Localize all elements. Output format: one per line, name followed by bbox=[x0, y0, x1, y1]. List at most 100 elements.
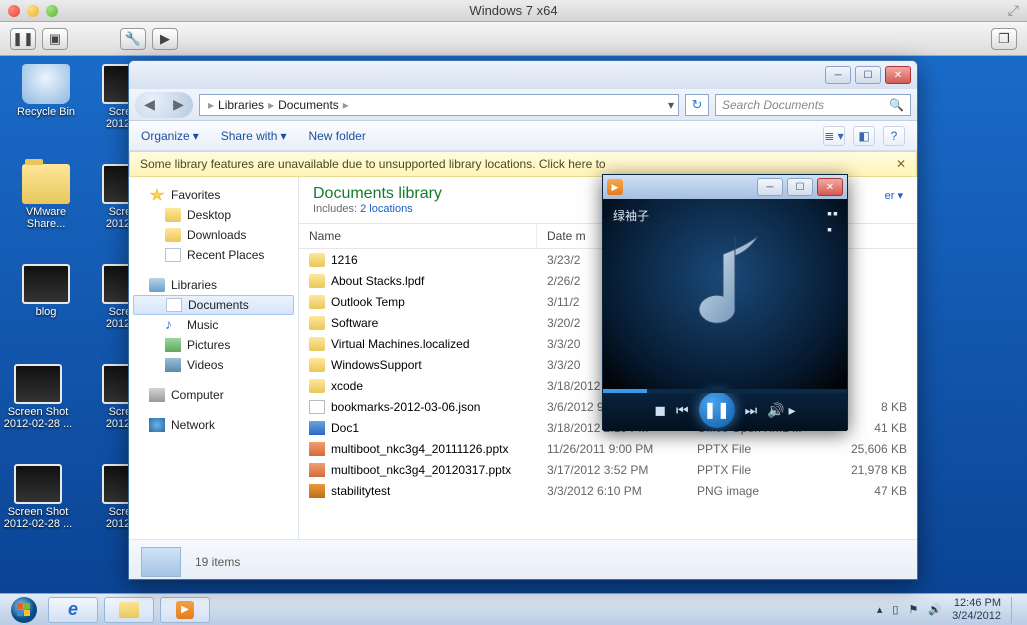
arrange-by-menu[interactable]: er ▾ bbox=[885, 189, 903, 202]
wmp-pause-button[interactable]: ❚❚ bbox=[699, 392, 735, 428]
recent-icon bbox=[165, 248, 181, 262]
col-size[interactable] bbox=[837, 224, 917, 248]
notice-close-icon[interactable]: ✕ bbox=[896, 157, 906, 171]
desktop-icon[interactable]: Recycle Bin bbox=[8, 64, 84, 118]
breadcrumb-documents[interactable]: Documents bbox=[278, 98, 339, 112]
favorites-group[interactable]: Favorites bbox=[129, 185, 298, 205]
wmp-next-button[interactable]: ⏭ bbox=[745, 402, 758, 419]
host-windows-button[interactable]: ❐ bbox=[991, 28, 1017, 50]
file-row[interactable]: multiboot_nkc3g4_20120317.pptx3/17/2012 … bbox=[299, 459, 917, 480]
host-title: Windows 7 x64 bbox=[0, 3, 1027, 18]
explorer-command-bar: Organize ▾ Share with ▾ New folder ≣ ▾ ◧… bbox=[129, 121, 917, 151]
share-menu[interactable]: Share with ▾ bbox=[221, 129, 287, 143]
nav-music[interactable]: ♪Music bbox=[129, 315, 298, 335]
file-date: 3/3/2012 6:10 PM bbox=[537, 484, 687, 498]
fld-icon bbox=[309, 379, 325, 393]
nav-network[interactable]: Network bbox=[129, 415, 298, 435]
view-mode-button[interactable]: ≣ ▾ bbox=[823, 126, 845, 146]
nav-pictures[interactable]: Pictures bbox=[129, 335, 298, 355]
taskbar-wmp-button[interactable]: ▶ bbox=[160, 597, 210, 623]
new-folder-button[interactable]: New folder bbox=[308, 129, 365, 143]
wmp-stop-button[interactable]: ◼ bbox=[654, 402, 666, 419]
notice-text: Some library features are unavailable du… bbox=[140, 157, 606, 171]
wmp-track-title: 绿袖子 bbox=[613, 207, 649, 224]
tray-clock[interactable]: 12:46 PM 3/24/2012 bbox=[952, 597, 1001, 623]
wmp-volume-button[interactable]: 🔊 ▸ bbox=[767, 402, 795, 419]
tray-show-hidden-icon[interactable]: ▴ bbox=[877, 603, 883, 616]
item-count: 19 items bbox=[195, 555, 240, 569]
file-name: Doc1 bbox=[331, 421, 359, 435]
file-size: 8 KB bbox=[837, 400, 917, 414]
file-row[interactable]: multiboot_nkc3g4_20111126.pptx11/26/2011… bbox=[299, 438, 917, 459]
host-settings-button[interactable]: 🔧 bbox=[120, 28, 146, 50]
start-button[interactable] bbox=[6, 596, 42, 624]
wmp-switch-mode-icon[interactable]: ▪▪▪ bbox=[827, 205, 839, 237]
wmp-maximize-button[interactable]: ☐ bbox=[787, 178, 813, 196]
wmp-titlebar[interactable]: ▶ ─ ☐ ✕ bbox=[603, 175, 847, 199]
desktop-icon[interactable]: VMware Share... bbox=[8, 164, 84, 230]
folder-icon bbox=[165, 228, 181, 242]
pptx-icon bbox=[309, 442, 325, 456]
nav-documents[interactable]: Documents bbox=[133, 295, 294, 315]
desktop-icon-label: Recycle Bin bbox=[8, 106, 84, 118]
breadcrumb-libraries[interactable]: Libraries bbox=[218, 98, 264, 112]
chevron-down-icon: ▾ bbox=[280, 129, 286, 143]
computer-icon bbox=[149, 388, 165, 402]
nav-recent-places[interactable]: Recent Places bbox=[129, 245, 298, 265]
taskbar-explorer-button[interactable] bbox=[104, 597, 154, 623]
help-button[interactable]: ? bbox=[883, 126, 905, 146]
file-type: PPTX File bbox=[687, 463, 837, 477]
wmp-visualization[interactable]: 绿袖子 ▪▪▪ bbox=[603, 199, 847, 389]
desktop-icon-label: VMware Share... bbox=[8, 206, 84, 230]
png-icon bbox=[309, 484, 325, 498]
guest-desktop[interactable]: Recycle BinScreen2012-03VMware Share...S… bbox=[0, 56, 1027, 593]
nav-computer[interactable]: Computer bbox=[129, 385, 298, 405]
breadcrumb-dropdown-icon[interactable]: ▾ bbox=[668, 98, 674, 112]
shot-icon bbox=[14, 364, 62, 404]
includes-link[interactable]: 2 locations bbox=[360, 203, 413, 215]
wmp-prev-button[interactable]: ⏮ bbox=[676, 402, 689, 419]
desktop-icon[interactable]: Screen Shot2012-02-28 ... bbox=[0, 464, 76, 530]
navigation-pane: Favorites Desktop Downloads Recent Place… bbox=[129, 177, 299, 539]
tray-battery-icon[interactable]: ▯ bbox=[892, 603, 898, 616]
explorer-minimize-button[interactable]: ─ bbox=[825, 66, 851, 84]
wmp-seek-bar[interactable] bbox=[603, 389, 847, 393]
folder-icon bbox=[165, 208, 181, 222]
desktop-icon[interactable]: Screen Shot2012-02-28 ... bbox=[0, 364, 76, 430]
wmp-minimize-button[interactable]: ─ bbox=[757, 178, 783, 196]
file-name: stabilitytest bbox=[331, 484, 390, 498]
host-snapshot-button[interactable]: ▣ bbox=[42, 28, 68, 50]
nav-desktop[interactable]: Desktop bbox=[129, 205, 298, 225]
nav-videos[interactable]: Videos bbox=[129, 355, 298, 375]
libraries-group[interactable]: Libraries bbox=[129, 275, 298, 295]
nav-downloads[interactable]: Downloads bbox=[129, 225, 298, 245]
file-name: WindowsSupport bbox=[331, 358, 422, 372]
organize-menu[interactable]: Organize ▾ bbox=[141, 129, 199, 143]
show-desktop-button[interactable] bbox=[1011, 597, 1021, 623]
nav-back-forward[interactable]: ◀▶ bbox=[135, 92, 193, 118]
search-input[interactable]: Search Documents 🔍 bbox=[715, 94, 911, 116]
fld-icon bbox=[309, 337, 325, 351]
wmp-close-button[interactable]: ✕ bbox=[817, 178, 843, 196]
file-row[interactable]: stabilitytest3/3/2012 6:10 PMPNG image47… bbox=[299, 480, 917, 501]
chevron-down-icon: ▾ bbox=[193, 129, 199, 143]
preview-pane-button[interactable]: ◧ bbox=[853, 126, 875, 146]
explorer-close-button[interactable]: ✕ bbox=[885, 66, 911, 84]
file-size: 21,978 KB bbox=[837, 463, 917, 477]
file-name: Software bbox=[331, 316, 378, 330]
host-toolbar: ❚❚ ▣ 🔧 ▶ ❐ bbox=[0, 22, 1027, 56]
explorer-titlebar[interactable]: ─ ☐ ✕ bbox=[129, 61, 917, 89]
host-pause-button[interactable]: ❚❚ bbox=[10, 28, 36, 50]
explorer-maximize-button[interactable]: ☐ bbox=[855, 66, 881, 84]
tray-volume-icon[interactable]: 🔊 bbox=[928, 603, 942, 616]
file-date: 11/26/2011 9:00 PM bbox=[537, 442, 687, 456]
file-size: 41 KB bbox=[837, 421, 917, 435]
host-run-button[interactable]: ▶ bbox=[152, 28, 178, 50]
tray-action-center-icon[interactable]: ⚑ bbox=[908, 603, 918, 616]
system-tray: ▴ ▯ ⚑ 🔊 12:46 PM 3/24/2012 bbox=[877, 597, 1021, 623]
refresh-button[interactable]: ↻ bbox=[685, 94, 709, 116]
breadcrumb-bar[interactable]: ▸ Libraries ▸ Documents ▸ ▾ bbox=[199, 94, 679, 116]
col-name[interactable]: Name bbox=[299, 224, 537, 248]
desktop-icon[interactable]: blog bbox=[8, 264, 84, 318]
taskbar-ie-button[interactable]: e bbox=[48, 597, 98, 623]
